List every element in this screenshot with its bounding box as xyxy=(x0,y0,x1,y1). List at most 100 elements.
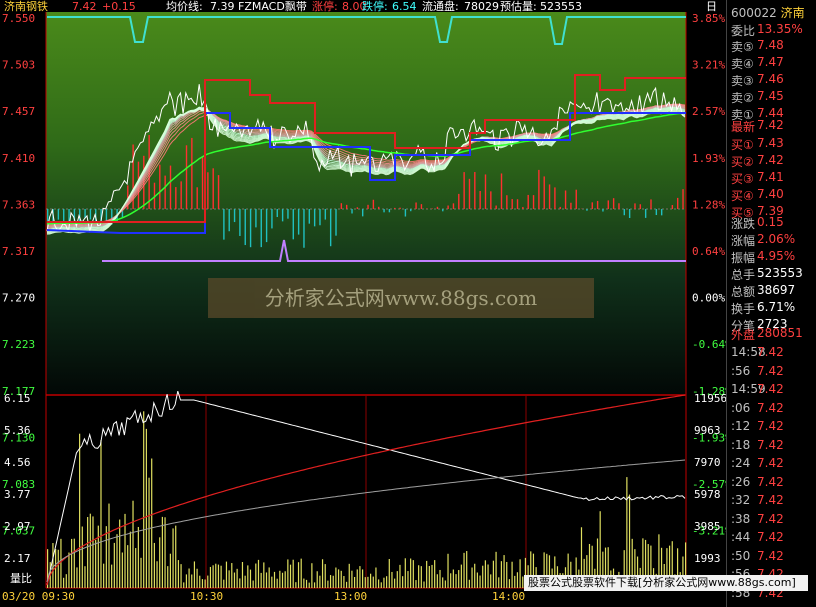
volume-bar xyxy=(514,575,516,588)
tick-row[interactable]: :06 7.42 xyxy=(731,401,784,417)
volume-bar xyxy=(105,526,107,588)
macd-bar xyxy=(223,209,225,240)
volume-bar xyxy=(132,500,134,588)
volume-bar xyxy=(476,572,478,588)
volume-bar xyxy=(519,559,521,588)
macd-bar xyxy=(468,178,471,209)
stat-row[interactable]: 换手 6.71% xyxy=(731,300,795,316)
macd-bar xyxy=(335,209,337,236)
macd-bar xyxy=(618,203,620,209)
volume-bar xyxy=(324,564,326,588)
volratio-tick-label: 6.15 xyxy=(4,392,31,405)
bid-row[interactable]: 买③ 7.41 xyxy=(731,170,784,186)
tick-row[interactable]: 14:59 7.42 xyxy=(731,382,784,398)
ask-row[interactable]: 卖③ 7.46 xyxy=(731,72,784,88)
macd-bar xyxy=(297,209,300,235)
latest-row[interactable]: 最新 7.42 xyxy=(731,118,784,134)
tick-row[interactable]: :26 7.42 xyxy=(731,475,784,491)
pct-tick-label: 2.57% xyxy=(692,105,725,118)
volume-bar xyxy=(394,578,396,588)
est-label: 预估量: xyxy=(500,0,537,13)
bid-row[interactable]: 买① 7.43 xyxy=(731,136,784,152)
volume-bar xyxy=(164,517,166,588)
float-label: 流通盘: xyxy=(422,0,459,13)
tick-row[interactable]: :56 7.42 xyxy=(731,364,784,380)
tick-row[interactable]: :50 7.42 xyxy=(731,549,784,565)
stat-row[interactable]: 涨幅 2.06% xyxy=(731,232,795,248)
tick-row[interactable]: :44 7.42 xyxy=(731,530,784,546)
volume-bar xyxy=(460,564,462,588)
volume-bar xyxy=(172,528,174,588)
volume-bar xyxy=(137,526,139,588)
volume-bar xyxy=(444,580,446,588)
volume-bar xyxy=(423,581,425,588)
stat-row[interactable]: 涨跌 0.15 xyxy=(731,215,784,231)
ask-row[interactable]: 卖④ 7.47 xyxy=(731,55,784,71)
pct-tick-label: 1.93% xyxy=(692,152,725,165)
macd-bar xyxy=(233,209,236,223)
volume-bar xyxy=(175,525,177,588)
quote-panel: 600022 济南 委比 13.35% 卖⑤ 7.48 卖④ 7.47 卖③ 7.46 卖② 7.4… xyxy=(726,0,816,607)
volume-bar xyxy=(119,519,121,588)
volume-bar xyxy=(89,513,91,588)
volume-bar xyxy=(343,576,345,588)
macd-bar xyxy=(607,200,609,209)
macd-bar xyxy=(532,195,535,209)
volume-bar xyxy=(367,576,369,588)
tick-row-label: :32 xyxy=(731,493,751,507)
volume-tick-label: 3985 xyxy=(694,520,721,533)
volume-bar xyxy=(180,564,182,588)
macd-bar xyxy=(538,169,540,209)
volratio-tick-label: 2.97 xyxy=(4,520,31,533)
bottom-watermark[interactable]: 股票公式股票软件下载[分析家公式网www.88gs.com] xyxy=(524,575,808,591)
tick-row[interactable]: :18 7.42 xyxy=(731,438,784,454)
volume-tick-label: 1993 xyxy=(694,552,721,565)
tick-row[interactable]: 14:58 7.42 xyxy=(731,345,784,361)
volume-bar xyxy=(252,580,254,588)
outer-row[interactable]: 外盘 280851 xyxy=(731,326,803,342)
volume-bar xyxy=(370,573,372,588)
tick-row[interactable]: :38 7.42 xyxy=(731,512,784,528)
volume-bar xyxy=(65,574,67,588)
stat-row-value: 6.71% xyxy=(757,300,796,314)
volume-bar xyxy=(121,552,123,588)
macd-bar xyxy=(378,206,380,209)
tick-row-value: 7.42 xyxy=(757,456,784,470)
volume-bar xyxy=(191,574,193,588)
volume-bar xyxy=(495,551,497,588)
bid-row[interactable]: 买② 7.42 xyxy=(731,153,784,169)
macd-bar xyxy=(372,199,375,209)
ask-row-value: 7.47 xyxy=(757,55,784,69)
macd-bar xyxy=(383,209,385,213)
stat-row[interactable]: 总手 523553 xyxy=(731,266,803,282)
ask-row[interactable]: 卖② 7.45 xyxy=(731,89,784,105)
stat-row[interactable]: 振幅 4.95% xyxy=(731,249,795,265)
tick-row[interactable]: :24 7.42 xyxy=(731,456,784,472)
price-tick-label: 7.270 xyxy=(2,292,35,305)
tick-row[interactable]: :12 7.42 xyxy=(731,419,784,435)
bid-row[interactable]: 买④ 7.40 xyxy=(731,187,784,203)
macd-bar xyxy=(287,209,289,219)
volume-bar xyxy=(113,542,115,588)
volume-bar xyxy=(87,517,89,588)
macd-bar xyxy=(249,209,252,248)
ask-row[interactable]: 卖⑤ 7.48 xyxy=(731,38,784,54)
tick-row[interactable]: :32 7.42 xyxy=(731,493,784,509)
macd-bar xyxy=(527,194,529,209)
weibi-row[interactable]: 委比 13.35% xyxy=(731,22,803,38)
macd-bar xyxy=(500,173,503,209)
macd-bar xyxy=(596,200,599,209)
volume-bar xyxy=(233,572,236,588)
volume-bar xyxy=(503,555,505,588)
volume-bar xyxy=(404,558,406,588)
volume-bar xyxy=(97,525,99,588)
est-value: 523553 xyxy=(540,0,582,13)
macd-bar xyxy=(329,209,332,247)
price-tick-label: 7.550 xyxy=(2,12,35,25)
float-value: 78029 xyxy=(464,0,499,13)
volume-bar xyxy=(196,568,198,588)
macd-bar xyxy=(313,209,316,227)
volume-bar xyxy=(305,579,308,588)
stat-row-value: 4.95% xyxy=(757,249,796,263)
stat-row[interactable]: 总额 38697 xyxy=(731,283,795,299)
